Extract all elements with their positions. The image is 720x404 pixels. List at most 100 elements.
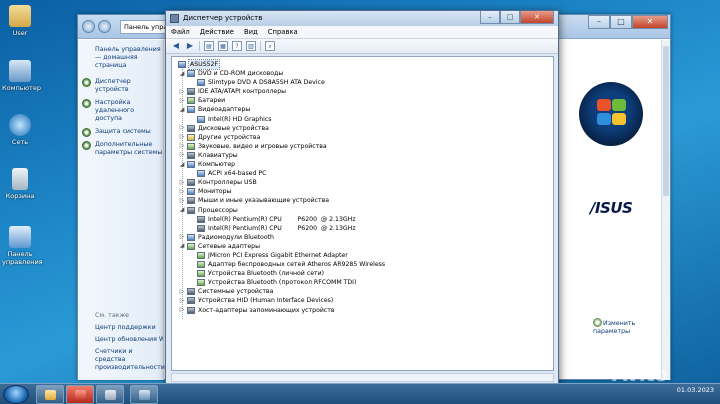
sidebar-item-device-manager[interactable]: Диспетчер устройств [82,78,163,94]
expand-arrow-icon[interactable]: ▷ [179,134,185,140]
expand-arrow-icon[interactable]: ▷ [179,297,185,304]
expand-arrow-icon[interactable]: ▷ [179,288,185,295]
desktop-icon-network[interactable]: Сеть [2,114,38,146]
sidebar-item-remote-settings[interactable]: Настройка удаленного доступа [82,99,163,123]
back-arrow-icon[interactable]: ◀ [171,41,181,51]
menu-view[interactable]: Вид [244,26,258,38]
tree-category[interactable]: ◢ DVD и CD-ROM дисководы [176,69,553,78]
network-adapter-icon [197,270,205,278]
tree-device[interactable]: Intel(R) HD Graphics [176,115,553,124]
menu-file[interactable]: Файл [171,26,190,38]
sidebar-item-system-protection[interactable]: Защита системы [82,128,163,137]
sidebar-home-link[interactable]: Панель управления — домашняя страница [95,46,163,70]
sidebar-item-label: Защита системы [95,128,151,135]
mouse-icon [187,197,195,205]
tree-category[interactable]: ◢ Видеоадаптеры [176,105,553,114]
system-devices-icon [187,288,195,296]
desktop-icon-user[interactable]: User [2,5,38,37]
help-icon[interactable]: ? [232,41,242,51]
collapse-arrow-icon[interactable]: ◢ [179,70,185,77]
desktop-icon-recycle-bin[interactable]: Корзина [2,168,38,200]
update-driver-icon[interactable]: ▥ [246,41,256,51]
desktop-icon-label: Корзина [5,192,35,200]
tree-category[interactable]: ▷ Клавиатуры [176,151,553,160]
processor-icon [197,224,205,232]
windows-update-link[interactable]: Центр обновления Windows [95,336,163,343]
expand-arrow-icon[interactable]: ▷ [179,143,185,149]
expand-arrow-icon[interactable]: ▷ [179,97,185,104]
tree-category[interactable]: ▷ Мыши и иные указывающие устройства [176,196,553,205]
expand-arrow-icon[interactable]: ▷ [179,179,185,186]
processor-icon [187,206,195,214]
system-tray-clock[interactable]: 01.03.2023 [677,386,714,394]
tree-category[interactable]: ▷ Мониторы [176,187,553,196]
close-button[interactable]: ✕ [632,15,668,29]
tree-device[interactable]: Slimtype DVD A DS8A5SH ATA Device [176,78,553,87]
taskbar-app-button[interactable] [96,385,124,404]
sidebar-item-advanced-settings[interactable]: Дополнительные параметры системы [82,141,163,157]
expand-arrow-icon[interactable]: ▷ [179,307,185,313]
tree-device[interactable]: Intel(R) Pentium(R) CPU P6200 @ 2.13GHz [176,224,553,233]
tree-category[interactable]: ▷ Батареи [176,96,553,105]
tree-category[interactable]: ▷ Дисковые устройства [176,124,553,133]
tree-category[interactable]: ▷ Хост-адаптеры запоминающих устройств [176,306,553,315]
address-bar[interactable]: Панель управления [120,20,166,34]
change-settings-link[interactable]: Изменить параметры [593,318,643,336]
collapse-arrow-icon[interactable]: ◢ [179,106,185,113]
expand-arrow-icon[interactable]: ▷ [179,197,185,204]
tree-root-node[interactable]: ASUS52F [176,58,553,71]
start-button[interactable] [3,385,29,404]
tree-category-label: Системные устройства [198,288,274,296]
tree-category[interactable]: ▷ Звуковые, видео и игровые устройства [176,142,553,151]
tree-category[interactable]: ▷ Другие устройства [176,133,553,142]
tree-category[interactable]: ◢ Сетевые адаптеры [176,242,553,251]
tree-device[interactable]: Устройства Bluetooth (личной сети) [176,269,553,278]
tree-category[interactable]: ▷ Системные устройства [176,287,553,296]
tree-device[interactable]: JMicron PCI Express Gigabit Ethernet Ada… [176,251,553,260]
minimize-button[interactable]: – [588,15,610,29]
tree-category[interactable]: ▷ Контроллеры USB [176,178,553,187]
forward-button[interactable] [98,20,111,33]
minimize-button[interactable]: – [480,11,500,24]
close-button[interactable]: ✕ [520,11,554,24]
folder-icon [45,390,56,400]
tree-category[interactable]: ◢ Процессоры [176,206,553,215]
tree-category[interactable]: ◢ Компьютер [176,160,553,169]
tree-device[interactable]: Устройства Bluetooth (протокол RFCOMM TD… [176,278,553,287]
shield-icon [82,128,91,137]
back-button[interactable] [82,20,95,33]
collapse-arrow-icon[interactable]: ◢ [179,161,185,168]
tree-device[interactable]: Адаптер беспроводных сетей Atheros AR928… [176,260,553,269]
forward-arrow-icon[interactable]: ▶ [185,41,195,51]
properties-icon[interactable]: ▤ [204,41,214,51]
tree-device[interactable]: Intel(R) Pentium(R) CPU P6200 @ 2.13GHz [176,215,553,224]
device-list-icon[interactable]: ▦ [218,41,228,51]
tree-category[interactable]: ▷ Устройства HID (Human Interface Devices… [176,296,553,305]
collapse-arrow-icon[interactable]: ◢ [179,207,185,213]
display-adapter-icon [197,115,205,123]
expand-arrow-icon[interactable]: ▷ [179,234,185,240]
expand-arrow-icon[interactable]: ▷ [179,152,185,158]
collapse-arrow-icon[interactable]: ◢ [179,243,185,249]
control-panel-scrollbar[interactable] [661,40,670,380]
maximize-button[interactable]: □ [500,11,520,24]
action-center-link[interactable]: Центр поддержки [95,324,156,331]
expand-arrow-icon[interactable]: ▷ [179,125,185,131]
maximize-button[interactable]: □ [610,15,632,29]
tree-category[interactable]: ▷ Радиомодули Bluetooth [176,233,553,242]
performance-link[interactable]: Счетчики и средства производительности [95,348,165,372]
hid-icon [187,297,195,305]
taskbar-toolbox-button[interactable] [66,385,94,404]
tree-category[interactable]: ▷ IDE ATA/ATAPI контроллеры [176,87,553,96]
tree-device[interactable]: ACPI x64-based PC [176,169,553,178]
tree-category-label: Клавиатуры [198,151,238,159]
scan-hardware-icon[interactable]: ⌕ [265,41,275,51]
desktop-icon-computer[interactable]: Компьютер [2,60,41,92]
menu-help[interactable]: Справка [268,26,298,38]
taskbar-explorer-button[interactable] [36,385,64,404]
expand-arrow-icon[interactable]: ▷ [179,88,185,95]
expand-arrow-icon[interactable]: ▷ [179,188,185,195]
menu-action[interactable]: Действие [200,26,234,38]
taskbar-device-manager-button[interactable] [130,385,158,404]
desktop-icon-control-panel[interactable]: Панель управления [2,226,43,266]
